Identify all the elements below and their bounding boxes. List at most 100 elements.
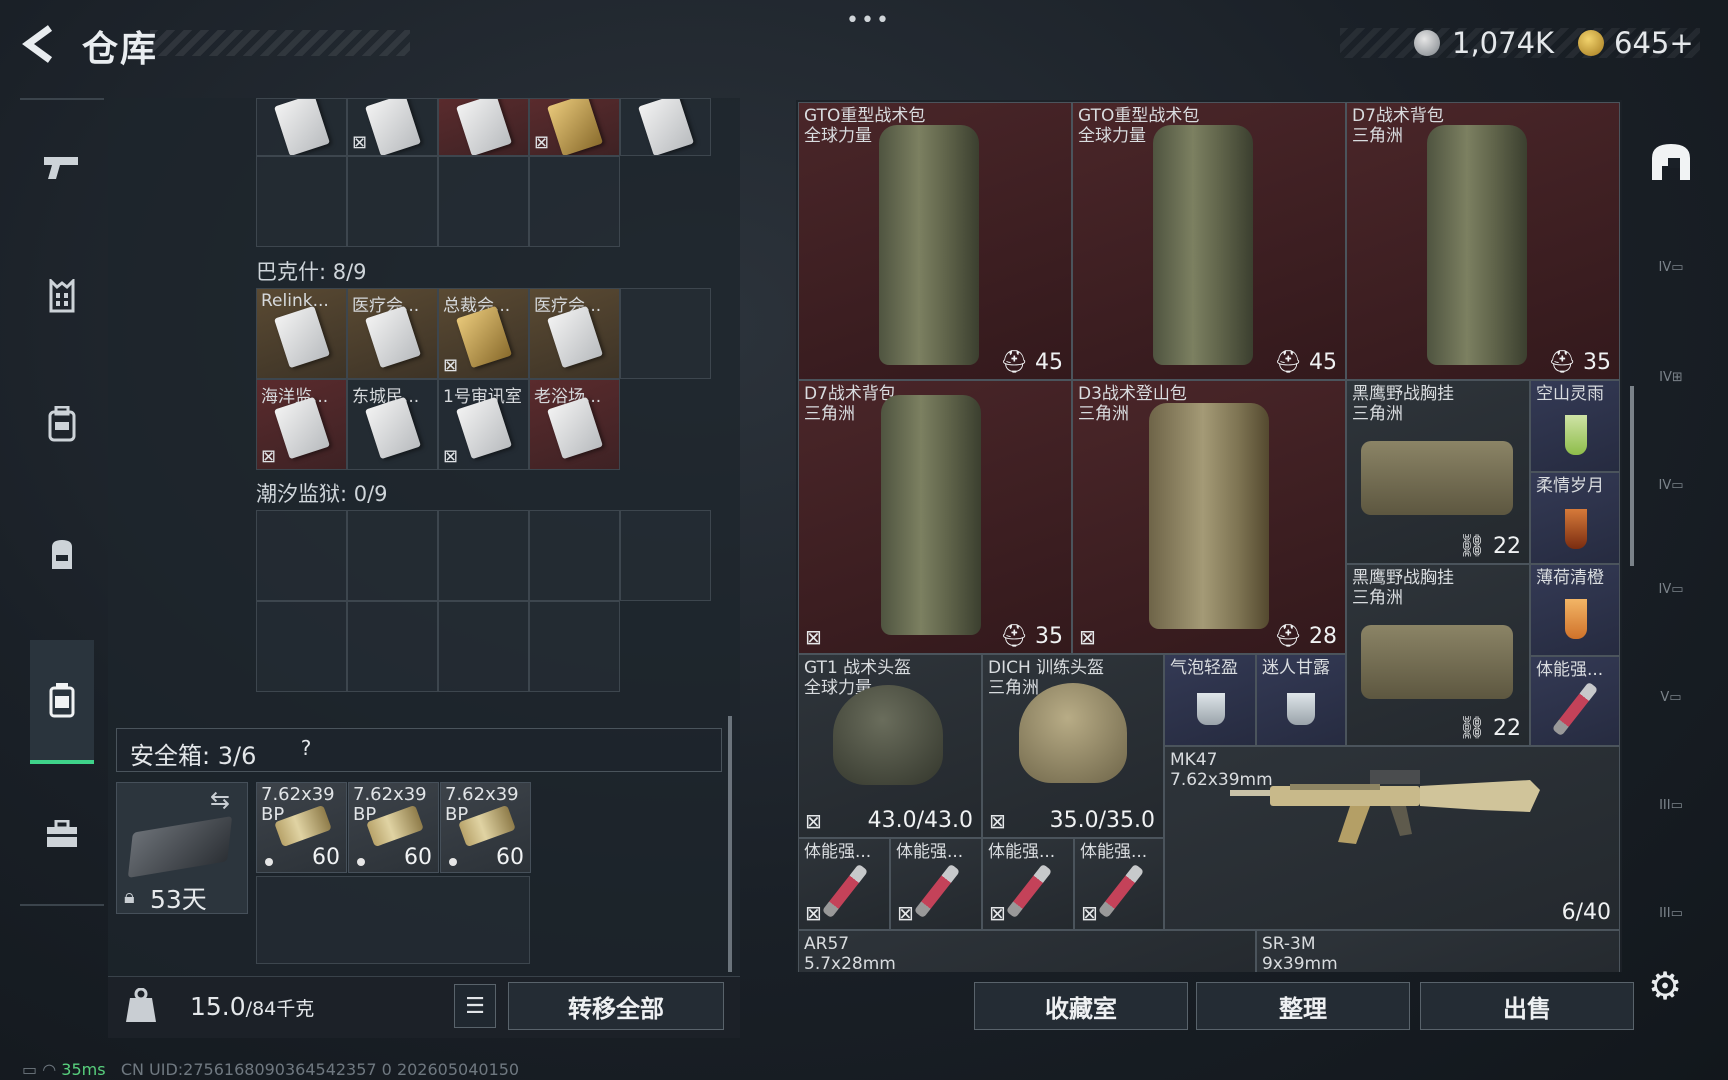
stash-item-syringe[interactable]: 体能强...	[1530, 656, 1620, 746]
vest-icon[interactable]	[32, 266, 92, 326]
key-card-slot[interactable]: Relink...	[256, 288, 347, 379]
stash-tab-icon[interactable]: III ▭	[1644, 886, 1698, 940]
ammo-slot[interactable]: 7.62x39 BP 60	[440, 782, 531, 873]
no-transfer-icon: ⊠	[443, 355, 459, 376]
item-name: 黑鹰野战胸挂 三角洲	[1352, 568, 1454, 608]
stash-item-helmet[interactable]: DICH 训练头盔 三角洲 ⊠ 35.0/35.0	[982, 654, 1164, 838]
stash-item-weapon[interactable]: AR57 5.7x28mm	[798, 930, 1256, 972]
help-button[interactable]: ?	[292, 736, 320, 764]
stash-tab-icon[interactable]: V ▭	[1644, 670, 1698, 724]
empty-slot[interactable]	[256, 510, 347, 601]
stash-item-drink[interactable]: 柔情岁月	[1530, 472, 1620, 564]
syringe-image	[1005, 863, 1053, 919]
key-card-slot[interactable]: ⊠	[529, 98, 620, 156]
more-menu-button[interactable]: •••	[846, 8, 891, 33]
stash-tab-icon[interactable]: III ▭	[1644, 778, 1698, 832]
key-card-slot[interactable]: 医疗会...	[529, 288, 620, 379]
key-card-slot[interactable]: 海洋监... ⊠	[256, 379, 347, 470]
empty-slot[interactable]	[438, 601, 529, 692]
no-transfer-icon: ⊠	[443, 446, 459, 467]
stash-scrollbar[interactable]	[1630, 386, 1634, 566]
stash-item-chest-rig[interactable]: 黑鹰野战胸挂 三角洲 ⛓ 22	[1346, 564, 1530, 746]
stash-item-syringe[interactable]: 体能强... ⊠	[1074, 838, 1164, 930]
backpack-icon[interactable]	[32, 524, 92, 584]
stash-item-drink[interactable]: 薄荷清橙	[1530, 564, 1620, 656]
pistol-icon[interactable]	[32, 138, 92, 198]
key-card-slot[interactable]: 老浴场...	[529, 379, 620, 470]
no-transfer-icon: ⊠	[989, 901, 1006, 925]
swap-icon[interactable]: ⇆	[210, 786, 230, 814]
key-card-slot[interactable]: 总裁会... ⊠	[438, 288, 529, 379]
armor-icon[interactable]	[32, 394, 92, 454]
ammo-slot[interactable]: 7.62x39 BP 60	[256, 782, 347, 873]
stash-item-backpack[interactable]: D3战术登山包 三角洲 ⊠ ⛑ 28	[1072, 380, 1346, 654]
glass-image	[1197, 693, 1225, 725]
stash-item-helmet[interactable]: GT1 战术头盔 全球力量 ⊠ 43.0/43.0	[798, 654, 982, 838]
item-name: SR-3M 9x39mm	[1262, 934, 1338, 972]
stash-tab-icon[interactable]: IV ▭	[1644, 458, 1698, 512]
stash-item-syringe[interactable]: 体能强... ⊠	[982, 838, 1074, 930]
stash-tab-icon[interactable]: IV ▭	[1644, 562, 1698, 616]
stash-item-backpack[interactable]: GTO重型战术包 全球力量 ⛑ 45	[798, 102, 1072, 380]
empty-slot[interactable]	[256, 156, 347, 247]
empty-slot[interactable]	[347, 510, 438, 601]
stash-item-backpack[interactable]: D7战术背包 三角洲 ⊠ ⛑ 35	[798, 380, 1072, 654]
stash-item-weapon[interactable]: SR-3M 9x39mm	[1256, 930, 1620, 972]
empty-slot[interactable]	[620, 510, 711, 601]
list-view-button[interactable]: ☰	[454, 984, 496, 1028]
empty-slot[interactable]	[529, 510, 620, 601]
collection-room-button[interactable]: 收藏室	[974, 982, 1188, 1030]
briefcase-icon[interactable]	[32, 804, 92, 864]
stash-tab-icon[interactable]: IV ▭	[1644, 240, 1698, 294]
stash-tab-icon[interactable]: IV ⊞	[1644, 350, 1698, 404]
empty-slot[interactable]	[256, 601, 347, 692]
left-scrollbar[interactable]	[728, 716, 732, 972]
token-amount[interactable]: 645+	[1614, 26, 1694, 60]
stash-item-chest-rig[interactable]: 黑鹰野战胸挂 三角洲 ⛓ 22	[1346, 380, 1530, 564]
key-card-slot[interactable]: 医疗会...	[347, 288, 438, 379]
key-card-slot[interactable]	[256, 98, 347, 156]
stash-item-backpack[interactable]: GTO重型战术包 全球力量 ⛑ 45	[1072, 102, 1346, 380]
backpack-image	[1153, 125, 1253, 365]
empty-slot[interactable]	[529, 601, 620, 692]
stash-home-icon[interactable]	[1644, 134, 1698, 188]
transfer-all-button[interactable]: 转移全部	[508, 982, 724, 1030]
empty-slot[interactable]	[438, 510, 529, 601]
chest-rig-image	[1361, 441, 1513, 515]
no-transfer-icon: ⊠	[989, 809, 1006, 833]
syringe-image	[1551, 681, 1599, 737]
empty-slot[interactable]	[529, 156, 620, 247]
no-transfer-icon: ⊠	[352, 132, 368, 153]
no-transfer-icon: ⊠	[534, 132, 550, 153]
empty-slot[interactable]	[438, 156, 529, 247]
sell-button[interactable]: 出售	[1420, 982, 1634, 1030]
key-card-slot[interactable]: 东城民...	[347, 379, 438, 470]
stash-item-syringe[interactable]: 体能强... ⊠	[798, 838, 890, 930]
safe-empty-slots[interactable]	[256, 876, 530, 964]
stash-item-backpack[interactable]: D7战术背包 三角洲 ⛑ 35	[1346, 102, 1620, 380]
item-durability: 35.0/35.0	[1049, 808, 1155, 833]
currency-amount[interactable]: 1,074K	[1452, 26, 1554, 60]
storage-case-icon[interactable]	[32, 670, 92, 730]
organize-button[interactable]: 整理	[1196, 982, 1410, 1030]
key-card-slot[interactable]	[438, 98, 529, 156]
stash-item-syringe[interactable]: 体能强... ⊠	[890, 838, 982, 930]
status-bar: ▭ ◠ 35ms CN UID:2756168090364542357 0 20…	[22, 1060, 519, 1079]
marker-dot	[449, 858, 457, 866]
key-card-slot[interactable]	[620, 98, 711, 156]
tier-label: III	[1659, 797, 1671, 813]
drink-image	[1565, 509, 1587, 549]
empty-slot[interactable]	[620, 288, 711, 379]
stash-item-drink[interactable]: 气泡轻盈	[1164, 654, 1256, 746]
stash-item-drink[interactable]: 空山灵雨	[1530, 380, 1620, 472]
tier-label: IV	[1659, 369, 1672, 385]
key-card-slot[interactable]: 1号审讯室 ⊠	[438, 379, 529, 470]
empty-slot[interactable]	[347, 156, 438, 247]
stash-item-drink[interactable]: 迷人甘露	[1256, 654, 1346, 746]
ammo-slot[interactable]: 7.62x39 BP 60	[348, 782, 439, 873]
back-arrow-icon[interactable]	[20, 24, 56, 64]
key-card-slot[interactable]: ⊠	[347, 98, 438, 156]
empty-slot[interactable]	[347, 601, 438, 692]
settings-gear-icon[interactable]: ⚙	[1648, 964, 1682, 1008]
item-name: 体能强...	[896, 842, 964, 862]
